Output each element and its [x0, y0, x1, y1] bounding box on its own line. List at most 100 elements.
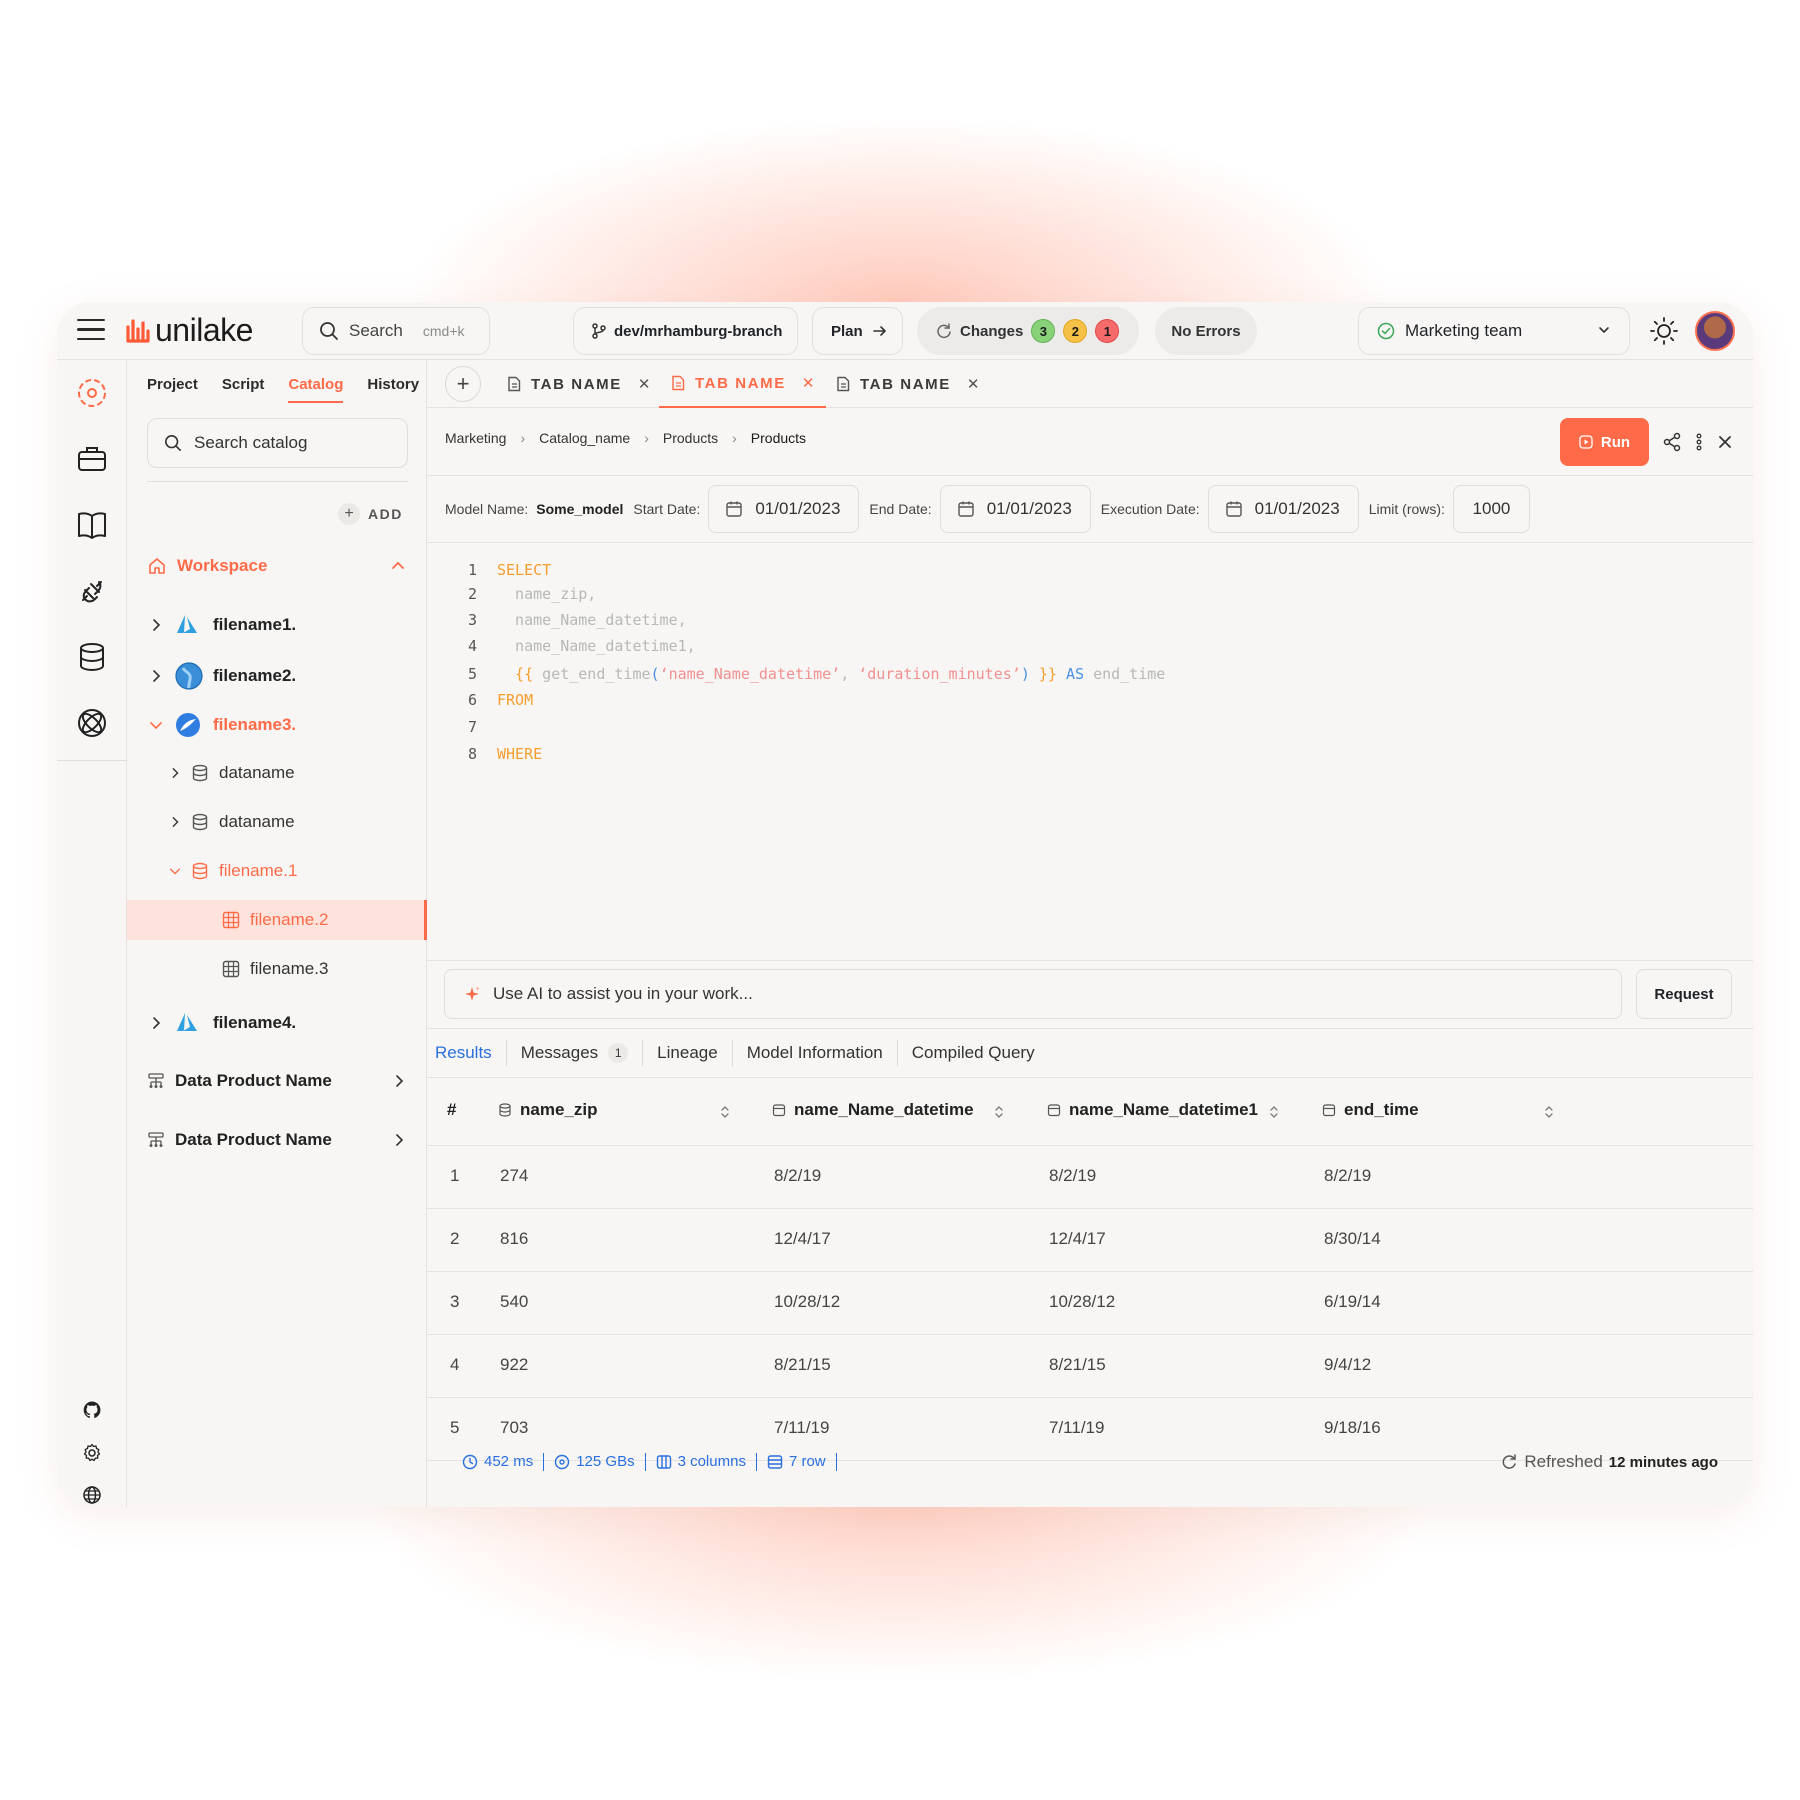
run-button[interactable]: Run	[1560, 418, 1649, 466]
tree-item-sub1-label: filename.1	[219, 861, 298, 880]
sidebar-tab-project[interactable]: Project	[147, 372, 198, 403]
tree-item-sub2[interactable]: filename.2	[127, 900, 427, 940]
sort-icon[interactable]	[1268, 1104, 1280, 1120]
code-text: name_Name_datetime1,	[497, 637, 696, 655]
tree-item-sub3[interactable]: filename.3	[127, 949, 425, 989]
tree-item-sub1[interactable]: filename.1	[127, 851, 425, 891]
end-date-input[interactable]: 01/01/2023	[939, 485, 1091, 533]
branch-selector[interactable]: dev/mrhamburg-branch	[573, 307, 798, 355]
breadcrumb-item[interactable]: Products	[663, 430, 718, 446]
team-selector[interactable]: Marketing team	[1358, 307, 1630, 355]
tree-item-data2[interactable]: dataname	[127, 802, 425, 842]
data-product-item[interactable]: Data Product Name	[127, 1120, 425, 1160]
disk-icon	[555, 1454, 570, 1470]
start-date-input[interactable]: 01/01/2023	[708, 485, 860, 533]
changes-modified-badge: 2	[1063, 319, 1088, 343]
refreshed-time: 12 minutes ago	[1608, 1453, 1718, 1471]
editor-tab[interactable]: TAB NAME ✕	[507, 360, 650, 408]
tab-results[interactable]: Results	[427, 1040, 507, 1066]
request-button[interactable]: Request	[1636, 969, 1732, 1019]
chevron-right-icon	[153, 1017, 161, 1029]
ai-prompt-input[interactable]: Use AI to assist you in your work...	[444, 969, 1622, 1019]
editor-tab-label: TAB NAME	[695, 374, 786, 392]
plug-icon[interactable]	[75, 574, 109, 608]
sort-icon[interactable]	[993, 1104, 1005, 1120]
code-line: 7	[427, 715, 497, 739]
tab-messages[interactable]: Messages 1	[507, 1040, 644, 1066]
column-calendar-icon	[1047, 1104, 1061, 1117]
refresh-icon	[937, 323, 951, 339]
changes-button[interactable]: Changes 3 2 1	[917, 307, 1139, 355]
sidebar-tab-script[interactable]: Script	[222, 372, 265, 403]
table-row[interactable]: 4 922 8/21/15 8/21/15 9/4/12	[427, 1335, 1753, 1398]
book-icon[interactable]	[75, 508, 109, 542]
github-icon[interactable]	[82, 1400, 102, 1420]
globe-icon[interactable]	[82, 1485, 102, 1505]
dashboard-gauge-icon[interactable]	[75, 376, 109, 410]
briefcase-icon[interactable]	[75, 442, 109, 476]
breadcrumb-item[interactable]: Catalog_name	[539, 430, 630, 446]
user-avatar[interactable]	[1695, 311, 1735, 351]
tree-item-file4[interactable]: filename4.	[127, 1003, 425, 1043]
table-cell: 540	[500, 1292, 529, 1311]
code-token: (	[650, 665, 660, 683]
more-vertical-icon[interactable]	[1689, 432, 1709, 452]
atom-icon[interactable]	[75, 706, 109, 740]
menu-icon[interactable]	[77, 319, 105, 341]
tab-lineage[interactable]: Lineage	[643, 1040, 733, 1066]
editor-tab[interactable]: TAB NAME ✕	[836, 360, 979, 408]
close-tab-icon[interactable]: ✕	[638, 375, 651, 393]
sort-icon[interactable]	[719, 1104, 731, 1120]
limit-input[interactable]: 1000	[1452, 485, 1530, 533]
tree-item-data1[interactable]: dataname	[127, 753, 425, 793]
tree-item-file2[interactable]: filename2.	[127, 656, 425, 696]
theme-toggle-icon[interactable]	[1649, 316, 1679, 346]
column-header[interactable]: name_Name_datetime1	[1047, 1100, 1258, 1120]
plan-label: Plan	[831, 322, 863, 340]
tab-model-information[interactable]: Model Information	[733, 1040, 898, 1066]
tree-item-file3[interactable]: filename3.	[127, 705, 425, 745]
logo[interactable]: unilake	[125, 310, 253, 350]
breadcrumb-item[interactable]: Marketing	[445, 430, 506, 446]
execution-date-input[interactable]: 01/01/2023	[1207, 485, 1359, 533]
data-product-item[interactable]: Data Product Name	[127, 1061, 425, 1101]
sidebar-tab-history[interactable]: History	[367, 372, 419, 403]
editor-tab-active[interactable]: TAB NAME ✕	[659, 360, 827, 408]
database-icon	[192, 764, 208, 782]
play-icon	[1579, 435, 1593, 449]
home-icon	[149, 558, 165, 574]
close-tab-icon[interactable]: ✕	[967, 375, 980, 393]
add-label: ADD	[368, 506, 403, 522]
database-icon[interactable]	[75, 640, 109, 674]
sidebar-tab-catalog[interactable]: Catalog	[288, 372, 344, 403]
global-search[interactable]: Search cmd+k	[302, 307, 490, 355]
hierarchy-icon	[148, 1132, 164, 1147]
result-tabs: Results Messages 1 Lineage Model Informa…	[427, 1028, 1753, 1078]
add-button[interactable]: + ADD	[338, 503, 403, 525]
tree-item-file1[interactable]: filename1.	[127, 605, 425, 645]
close-icon[interactable]	[1715, 432, 1735, 452]
errors-status[interactable]: No Errors	[1155, 307, 1257, 355]
sort-icon[interactable]	[1543, 1104, 1555, 1120]
table-row[interactable]: 3 540 10/28/12 10/28/12 6/19/14	[427, 1272, 1753, 1335]
table-cell: 12/4/17	[1049, 1229, 1106, 1248]
table-row[interactable]: 2 816 12/4/17 12/4/17 8/30/14	[427, 1209, 1753, 1272]
column-header[interactable]: name_zip	[498, 1100, 597, 1120]
plan-button[interactable]: Plan	[812, 307, 903, 355]
catalog-search-input[interactable]: Search catalog	[147, 418, 408, 468]
new-tab-button[interactable]: +	[445, 366, 481, 402]
share-icon[interactable]	[1662, 432, 1682, 452]
close-tab-icon[interactable]: ✕	[802, 374, 815, 392]
refresh-status[interactable]: Refreshed 12 minutes ago	[1500, 1452, 1718, 1472]
tab-compiled-query[interactable]: Compiled Query	[898, 1040, 1049, 1066]
table-cell: 4	[450, 1355, 460, 1374]
workspace-header[interactable]: Workspace	[127, 546, 425, 586]
messages-count-badge: 1	[608, 1043, 629, 1063]
table-row[interactable]: 1 274 8/2/19 8/2/19 8/2/19	[427, 1146, 1753, 1209]
rows-icon	[767, 1455, 783, 1469]
column-header[interactable]: end_time	[1322, 1100, 1419, 1120]
settings-gear-icon[interactable]	[82, 1443, 102, 1463]
column-header[interactable]: name_Name_datetime	[772, 1100, 974, 1120]
search-shortcut: cmd+k	[422, 323, 465, 339]
table-cell: 6/19/14	[1324, 1292, 1381, 1311]
